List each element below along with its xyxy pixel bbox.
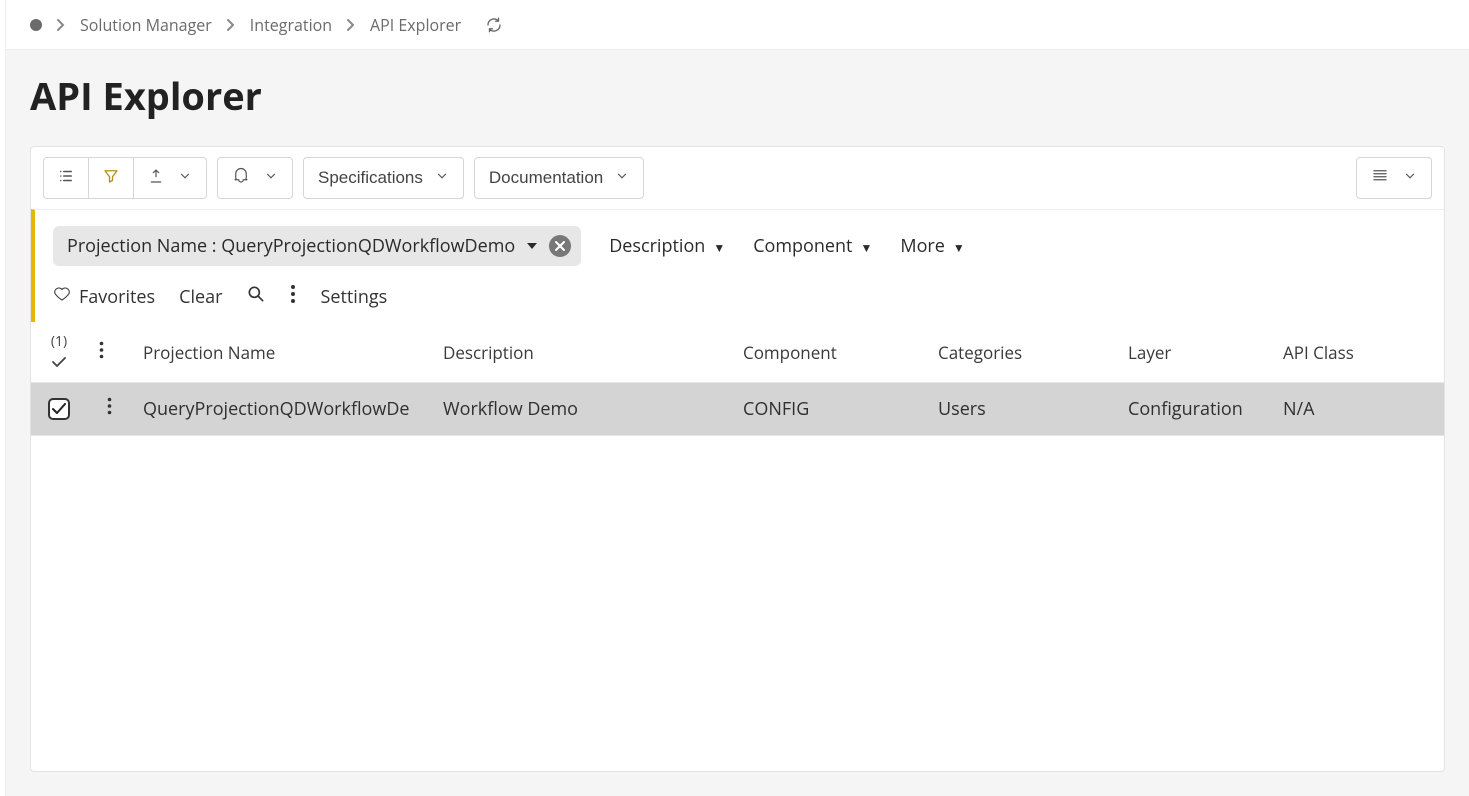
col-categories[interactable]: Categories <box>926 322 1116 383</box>
chevron-right-icon <box>226 18 236 32</box>
content-card: Specifications Documentation <box>30 146 1445 772</box>
settings-link[interactable]: Settings <box>320 285 387 309</box>
search-icon <box>246 284 266 310</box>
cell-component: CONFIG <box>731 383 926 436</box>
chevron-down-icon <box>178 168 192 188</box>
clear-label: Clear <box>179 285 222 309</box>
favorites-label: Favorites <box>79 285 155 309</box>
facet-label: Component <box>753 234 852 258</box>
cell-api-class: N/A <box>1271 383 1444 436</box>
specifications-button[interactable]: Specifications <box>303 157 464 199</box>
caret-down-icon <box>525 240 539 252</box>
col-projection-name[interactable]: Projection Name <box>131 322 431 383</box>
col-component[interactable]: Component <box>731 322 926 383</box>
chevron-down-icon <box>1403 168 1417 188</box>
kebab-icon <box>290 284 296 310</box>
filter-actions: Favorites Clear Settings <box>53 284 1426 310</box>
facet-component[interactable]: Component ▼ <box>753 234 872 258</box>
cell-description: Workflow Demo <box>431 383 731 436</box>
view-buttons <box>43 157 207 199</box>
row-count: (1) <box>51 332 67 351</box>
export-dropdown-button[interactable] <box>133 157 207 199</box>
col-api-class[interactable]: API Class <box>1271 322 1444 383</box>
density-icon <box>1371 167 1389 190</box>
breadcrumb-home-dot[interactable] <box>30 19 42 31</box>
refresh-icon[interactable] <box>485 16 503 34</box>
filter-icon <box>102 167 120 190</box>
row-checkbox[interactable] <box>48 398 70 420</box>
heart-icon <box>53 285 71 309</box>
documentation-button[interactable]: Documentation <box>474 157 644 199</box>
filter-button[interactable] <box>88 157 134 199</box>
breadcrumb-item-solution-manager[interactable]: Solution Manager <box>80 14 212 36</box>
remove-filter-button[interactable] <box>549 235 571 257</box>
row-menu-button[interactable] <box>107 397 112 421</box>
table-header-row: (1) Projection Name Description <box>31 322 1444 383</box>
col-layer[interactable]: Layer <box>1116 322 1271 383</box>
chevron-right-icon <box>346 18 356 32</box>
chevron-right-icon <box>56 18 66 32</box>
table-row[interactable]: QueryProjectionQDWorkflowDe Workflow Dem… <box>31 383 1444 436</box>
breadcrumb: Solution Manager Integration API Explore… <box>6 0 1469 50</box>
table-body: QueryProjectionQDWorkflowDe Workflow Dem… <box>31 383 1444 436</box>
chevron-down-icon <box>435 168 449 188</box>
breadcrumb-item-api-explorer[interactable]: API Explorer <box>370 14 461 36</box>
specifications-label: Specifications <box>318 168 423 188</box>
chevron-down-icon <box>615 168 629 188</box>
check-icon <box>43 353 75 372</box>
caret-down-icon: ▼ <box>953 239 965 256</box>
cell-projection-name: QueryProjectionQDWorkflowDe <box>131 383 431 436</box>
search-button[interactable] <box>246 284 266 310</box>
kebab-icon <box>99 341 104 364</box>
caret-down-icon: ▼ <box>860 239 872 256</box>
notifications-dropdown-button[interactable] <box>217 157 293 199</box>
main-area: Solution Manager Integration API Explore… <box>6 0 1469 796</box>
more-actions-button[interactable] <box>290 284 296 310</box>
facet-label: More <box>900 234 944 258</box>
cell-categories: Users <box>926 383 1116 436</box>
clear-link[interactable]: Clear <box>179 285 222 309</box>
settings-label: Settings <box>320 285 387 309</box>
row-menu-header[interactable] <box>87 322 131 383</box>
cell-layer: Configuration <box>1116 383 1271 436</box>
caret-down-icon: ▼ <box>713 239 725 256</box>
filter-row: Projection Name : QueryProjectionQDWorkf… <box>53 226 1426 266</box>
toolbar: Specifications Documentation <box>31 147 1444 209</box>
facet-more[interactable]: More ▼ <box>900 234 964 258</box>
chevron-down-icon <box>264 168 278 188</box>
page-title: API Explorer <box>6 50 1469 146</box>
select-all-header[interactable]: (1) <box>31 322 87 383</box>
breadcrumb-item-integration[interactable]: Integration <box>250 14 332 36</box>
facet-label: Description <box>609 234 705 258</box>
bell-icon <box>232 167 250 190</box>
list-view-button[interactable] <box>43 157 89 199</box>
table-wrap: (1) Projection Name Description <box>31 322 1444 771</box>
facet-description[interactable]: Description ▼ <box>609 234 725 258</box>
density-dropdown-button[interactable] <box>1356 157 1432 199</box>
filter-chip-label: Projection Name : QueryProjectionQDWorkf… <box>67 234 515 258</box>
list-icon <box>57 167 75 190</box>
favorites-link[interactable]: Favorites <box>53 285 155 309</box>
documentation-label: Documentation <box>489 168 603 188</box>
filter-chip-projection-name[interactable]: Projection Name : QueryProjectionQDWorkf… <box>53 226 581 266</box>
results-table: (1) Projection Name Description <box>31 322 1444 436</box>
filter-panel: Projection Name : QueryProjectionQDWorkf… <box>31 209 1444 322</box>
export-icon <box>148 168 164 189</box>
col-description[interactable]: Description <box>431 322 731 383</box>
